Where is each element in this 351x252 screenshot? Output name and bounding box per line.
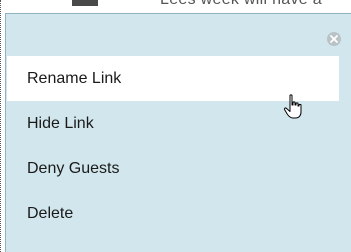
close-circle-icon — [330, 35, 338, 43]
menu-item-label: Rename Link — [27, 69, 122, 87]
hand-pointer-icon — [283, 94, 302, 119]
menu-item-label: Hide Link — [27, 114, 94, 132]
background-partial-text: Lees week will have a — [160, 0, 322, 9]
background-page: Lees week will have a — [0, 0, 351, 14]
background-image-fragment — [72, 0, 98, 6]
menu-item-delete[interactable]: Delete — [7, 191, 339, 236]
menu-item-label: Deny Guests — [27, 159, 120, 177]
menu-item-list: Rename Link Hide Link Deny Guests Delete — [7, 56, 339, 236]
page-left-border — [0, 0, 2, 252]
menu-item-deny-guests[interactable]: Deny Guests — [7, 146, 339, 191]
menu-item-label: Delete — [27, 204, 74, 222]
close-menu-button[interactable] — [327, 32, 341, 46]
